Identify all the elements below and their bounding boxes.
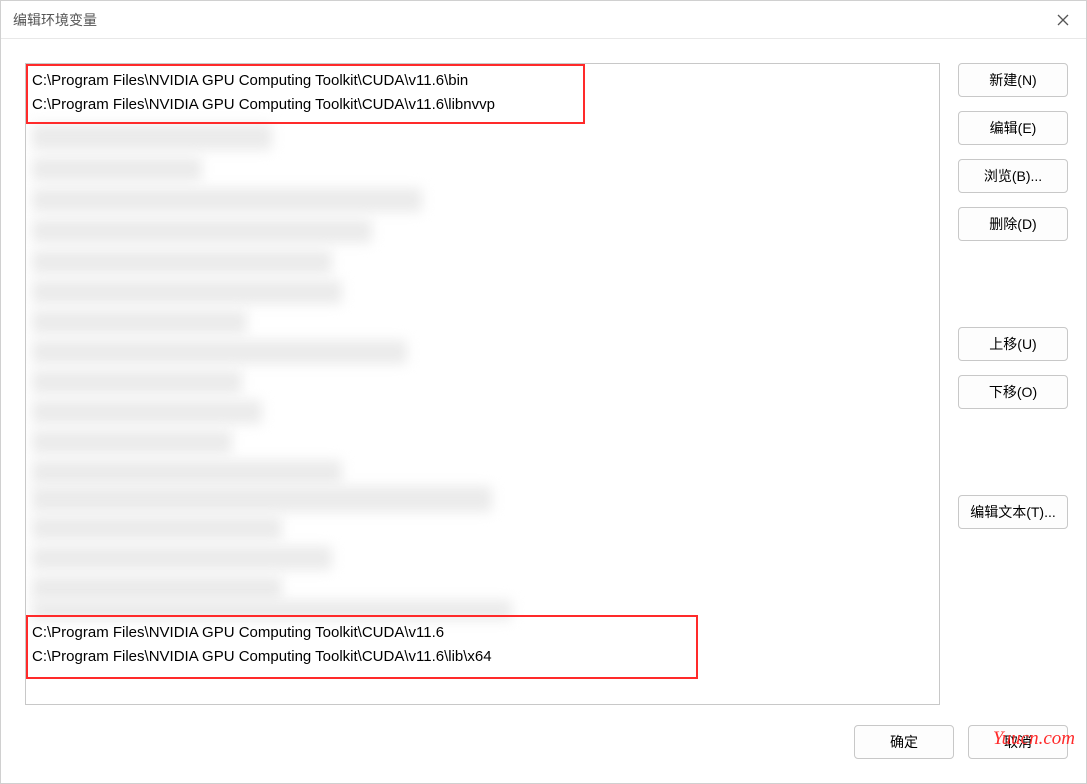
blurred-entry: [32, 576, 282, 600]
blurred-entry: [32, 280, 342, 304]
blurred-entry: [32, 460, 342, 484]
window-title: 编辑环境变量: [13, 10, 97, 30]
spacer: [958, 423, 1068, 481]
blurred-entry: [32, 516, 282, 540]
list-item[interactable]: C:\Program Files\NVIDIA GPU Computing To…: [32, 94, 495, 116]
blurred-entry: [32, 600, 512, 620]
blurred-entry: [32, 219, 372, 243]
blurred-entry: [32, 340, 407, 364]
move-down-button[interactable]: 下移(O): [958, 375, 1068, 409]
blurred-entry: [32, 546, 332, 570]
blurred-entry: [32, 400, 262, 424]
close-icon: [1057, 14, 1069, 26]
blurred-entry: [32, 250, 332, 274]
dialog-window: 编辑环境变量: [0, 0, 1087, 784]
spacer: [958, 255, 1068, 313]
titlebar: 编辑环境变量: [1, 1, 1086, 39]
listbox-inner: C:\Program Files\NVIDIA GPU Computing To…: [26, 64, 939, 704]
new-button[interactable]: 新建(N): [958, 63, 1068, 97]
blurred-entry: [32, 124, 272, 150]
move-up-button[interactable]: 上移(U): [958, 327, 1068, 361]
blurred-entry: [32, 430, 232, 454]
edit-text-button[interactable]: 编辑文本(T)...: [958, 495, 1068, 529]
list-item[interactable]: C:\Program Files\NVIDIA GPU Computing To…: [32, 622, 444, 644]
content-area: C:\Program Files\NVIDIA GPU Computing To…: [1, 39, 1086, 715]
edit-button[interactable]: 编辑(E): [958, 111, 1068, 145]
bottom-bar: 确定 取消: [1, 715, 1086, 783]
ok-button[interactable]: 确定: [854, 725, 954, 759]
list-item[interactable]: C:\Program Files\NVIDIA GPU Computing To…: [32, 70, 468, 92]
browse-button[interactable]: 浏览(B)...: [958, 159, 1068, 193]
blurred-entry: [32, 486, 492, 512]
path-listbox[interactable]: C:\Program Files\NVIDIA GPU Computing To…: [25, 63, 940, 705]
blurred-entry: [32, 157, 202, 181]
list-item[interactable]: C:\Program Files\NVIDIA GPU Computing To…: [32, 646, 492, 668]
cancel-button[interactable]: 取消: [968, 725, 1068, 759]
close-button[interactable]: [1040, 1, 1086, 39]
delete-button[interactable]: 删除(D): [958, 207, 1068, 241]
blurred-entry: [32, 370, 242, 394]
blurred-entry: [32, 188, 422, 212]
side-button-column: 新建(N) 编辑(E) 浏览(B)... 删除(D) 上移(U) 下移(O) 编…: [958, 63, 1068, 705]
blurred-entry: [32, 310, 247, 334]
